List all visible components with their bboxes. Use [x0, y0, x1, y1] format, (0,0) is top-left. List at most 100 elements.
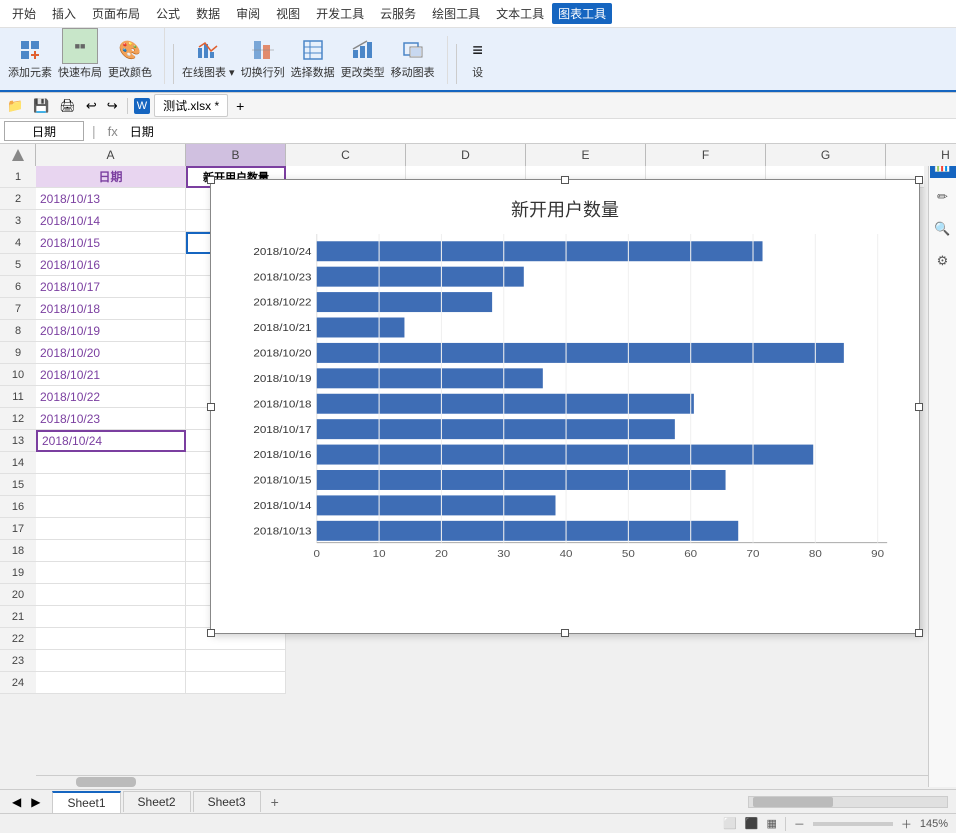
add-sheet-btn[interactable]: +: [263, 791, 287, 813]
row-num-5[interactable]: 5: [0, 254, 36, 276]
row-num-14[interactable]: 14: [0, 452, 36, 474]
cell-A1[interactable]: 日期: [36, 166, 186, 188]
row-num-23[interactable]: 23: [0, 650, 36, 672]
h-scroll-thumb[interactable]: [76, 777, 136, 787]
row-num-8[interactable]: 8: [0, 320, 36, 342]
col-header-A[interactable]: A: [36, 144, 186, 166]
cell-A19[interactable]: [36, 562, 186, 584]
cell-A24[interactable]: [36, 672, 186, 694]
col-header-D[interactable]: D: [406, 144, 526, 166]
cell-A10[interactable]: 2018/10/21: [36, 364, 186, 386]
cell-A2[interactable]: 2018/10/13: [36, 188, 186, 210]
cell-A5[interactable]: 2018/10/16: [36, 254, 186, 276]
bottom-scroll-thumb[interactable]: [753, 797, 833, 807]
add-element-btn[interactable]: 添加元素: [8, 36, 52, 80]
row-num-10[interactable]: 10: [0, 364, 36, 386]
resize-handle-br[interactable]: [915, 629, 923, 637]
col-header-E[interactable]: E: [526, 144, 646, 166]
col-header-B[interactable]: B: [186, 144, 286, 166]
view-layout[interactable]: ⬛: [745, 817, 759, 830]
resize-handle-tc[interactable]: [561, 176, 569, 184]
col-header-F[interactable]: F: [646, 144, 766, 166]
resize-handle-bl[interactable]: [207, 629, 215, 637]
chart-container[interactable]: 新开用户数量 2018/10/24 2018/10/23 2018/10/22: [210, 179, 920, 634]
row-num-4[interactable]: 4: [0, 232, 36, 254]
cell-A16[interactable]: [36, 496, 186, 518]
row-num-3[interactable]: 3: [0, 210, 36, 232]
cell-A6[interactable]: 2018/10/17: [36, 276, 186, 298]
cell-A13[interactable]: 2018/10/24: [36, 430, 186, 452]
menu-view[interactable]: 视图: [268, 2, 308, 25]
row-num-6[interactable]: 6: [0, 276, 36, 298]
cell-A23[interactable]: [36, 650, 186, 672]
row-num-13[interactable]: 13: [0, 430, 36, 452]
col-header-H[interactable]: H: [886, 144, 956, 166]
right-btn-settings[interactable]: ⚙: [930, 248, 956, 274]
menu-review[interactable]: 审阅: [228, 2, 268, 25]
qa-save[interactable]: 💾: [30, 96, 52, 116]
row-num-7[interactable]: 7: [0, 298, 36, 320]
row-num-2[interactable]: 2: [0, 188, 36, 210]
view-normal[interactable]: ⬜: [723, 817, 737, 830]
formula-input[interactable]: [126, 122, 952, 140]
cell-A22[interactable]: [36, 628, 186, 650]
menu-start[interactable]: 开始: [4, 2, 44, 25]
qa-undo[interactable]: ↩: [83, 96, 100, 116]
row-num-11[interactable]: 11: [0, 386, 36, 408]
cell-A8[interactable]: 2018/10/19: [36, 320, 186, 342]
menu-cloud[interactable]: 云服务: [372, 2, 424, 25]
cell-A14[interactable]: [36, 452, 186, 474]
row-num-1[interactable]: 1: [0, 166, 36, 188]
cell-A12[interactable]: 2018/10/23: [36, 408, 186, 430]
row-num-12[interactable]: 12: [0, 408, 36, 430]
switch-row-col-btn[interactable]: 切换行列: [241, 36, 285, 80]
col-header-G[interactable]: G: [766, 144, 886, 166]
chart-settings-btn[interactable]: ≡ 设: [465, 36, 491, 80]
move-chart-btn[interactable]: 移动图表: [391, 36, 435, 80]
menu-text[interactable]: 文本工具: [488, 2, 552, 25]
qa-open[interactable]: 📁: [4, 96, 26, 116]
zoom-in-btn[interactable]: ＋: [901, 816, 912, 832]
quick-layout-btn[interactable]: ■■ 快速布局: [58, 28, 102, 80]
menu-dev[interactable]: 开发工具: [308, 2, 372, 25]
zoom-out-btn[interactable]: －: [794, 816, 805, 832]
cell-A9[interactable]: 2018/10/20: [36, 342, 186, 364]
qa-wps[interactable]: W: [134, 98, 150, 114]
change-color-btn[interactable]: 🎨 更改颜色: [108, 36, 152, 80]
menu-formula[interactable]: 公式: [148, 2, 188, 25]
h-scrollbar[interactable]: [36, 775, 928, 787]
menu-draw[interactable]: 绘图工具: [424, 2, 488, 25]
menu-data[interactable]: 数据: [188, 2, 228, 25]
row-num-18[interactable]: 18: [0, 540, 36, 562]
cell-A21[interactable]: [36, 606, 186, 628]
cell-A18[interactable]: [36, 540, 186, 562]
resize-handle-bc[interactable]: [561, 629, 569, 637]
col-header-C[interactable]: C: [286, 144, 406, 166]
sheet-prev[interactable]: ◀: [8, 795, 25, 809]
cell-A11[interactable]: 2018/10/22: [36, 386, 186, 408]
cell-A15[interactable]: [36, 474, 186, 496]
cell-B24[interactable]: [186, 672, 286, 694]
row-num-21[interactable]: 21: [0, 606, 36, 628]
qa-print[interactable]: 🖨: [56, 96, 79, 116]
change-type-btn[interactable]: 更改类型: [341, 36, 385, 80]
cell-B23[interactable]: [186, 650, 286, 672]
file-tab-label[interactable]: 测试.xlsx *: [154, 94, 228, 117]
sheet-next[interactable]: ▶: [27, 795, 44, 809]
menu-insert[interactable]: 插入: [44, 2, 84, 25]
cell-A4[interactable]: 2018/10/15: [36, 232, 186, 254]
right-btn-filter[interactable]: 🔍: [930, 216, 956, 242]
view-pagebreak[interactable]: ▦: [766, 817, 776, 830]
sheet-tab-2[interactable]: Sheet2: [123, 791, 191, 812]
row-num-24[interactable]: 24: [0, 672, 36, 694]
zoom-slider[interactable]: [813, 822, 893, 826]
row-num-17[interactable]: 17: [0, 518, 36, 540]
row-num-16[interactable]: 16: [0, 496, 36, 518]
cell-A3[interactable]: 2018/10/14: [36, 210, 186, 232]
bottom-scrollbar[interactable]: [748, 796, 948, 808]
cell-A7[interactable]: 2018/10/18: [36, 298, 186, 320]
menu-layout[interactable]: 页面布局: [84, 2, 148, 25]
resize-handle-tr[interactable]: [915, 176, 923, 184]
online-chart-btn[interactable]: 在线图表 ▾: [182, 36, 235, 80]
row-num-19[interactable]: 19: [0, 562, 36, 584]
